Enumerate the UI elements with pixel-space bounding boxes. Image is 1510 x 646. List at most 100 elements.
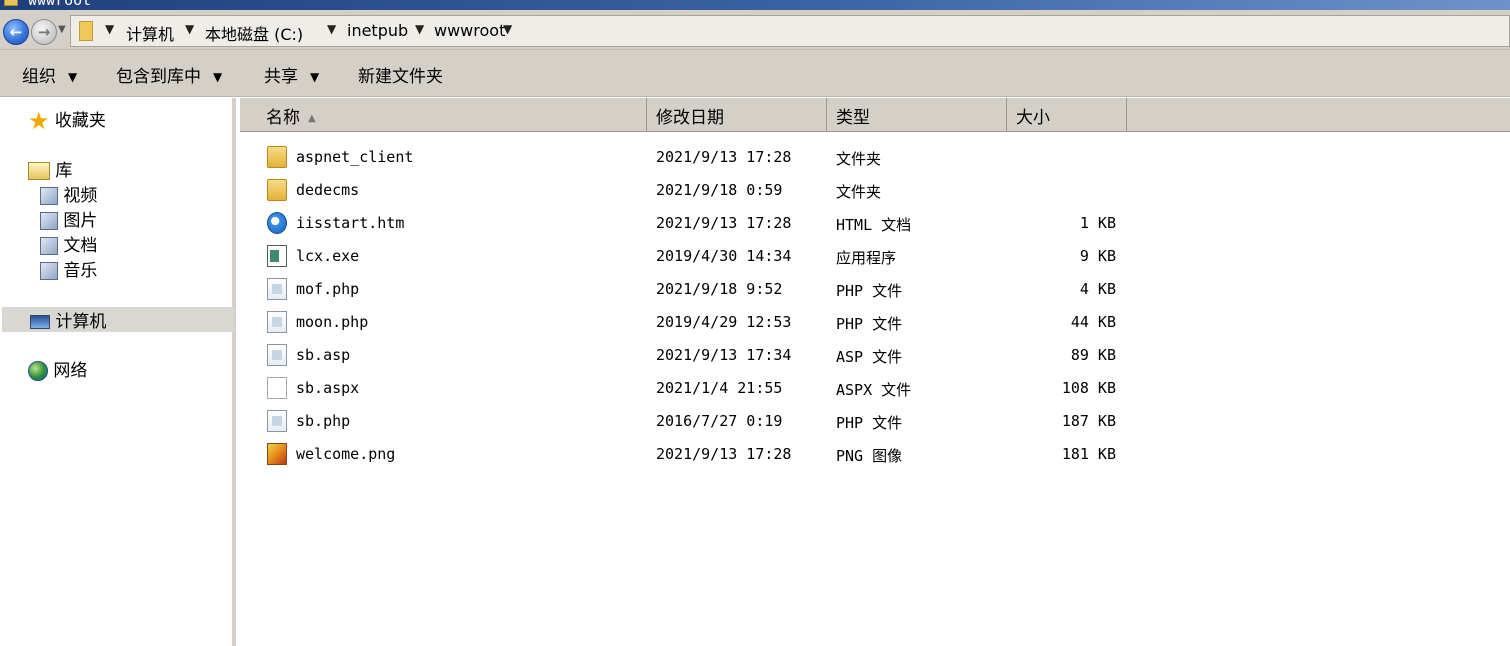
column-header-size[interactable]: 大小 [1007,98,1127,132]
file-row[interactable]: welcome.png 2021/9/13 17:28 PNG 图像 181 K… [240,438,1510,471]
image-icon [267,443,287,465]
recent-pages-dropdown[interactable]: ▼ [58,24,66,35]
address-field[interactable]: ▼ 计算机 ▼ 本地磁盘 (C:) ▼ inetpub ▼ wwwroot ▼ [70,15,1510,47]
nav-item-label: 音乐 [63,261,98,281]
file-date: 2021/9/13 17:28 [656,445,792,463]
nav-item-label: 图片 [63,211,98,231]
file-type: 应用程序 [836,249,897,267]
chevron-down-icon[interactable]: ▼ [415,22,424,36]
file-row[interactable]: dedecms 2021/9/18 0:59 文件夹 [240,174,1510,207]
file-row[interactable]: lcx.exe 2019/4/30 14:34 应用程序 9 KB [240,240,1510,273]
folder-icon [267,146,287,168]
column-header-row: 名称 ▲ 修改日期 类型 大小 [240,98,1510,132]
include-in-library-label: 包含到库中 [116,67,201,87]
doc-icon [267,344,287,366]
column-header-date[interactable]: 修改日期 [647,98,827,132]
file-size: 181 KB [1061,445,1116,463]
chevron-down-icon: ▼ [213,70,223,84]
chevron-down-icon: ▼ [68,70,78,84]
organize-button[interactable]: 组织 ▼ [22,62,77,87]
nav-item-documents[interactable]: 文档 [40,231,97,256]
nav-item-label: 视频 [63,186,98,206]
file-name: sb.php [296,412,351,430]
arrow-left-icon: ← [9,23,23,41]
back-button[interactable]: ← [3,19,29,45]
file-type: 文件夹 [836,183,882,201]
nav-item-music[interactable]: 音乐 [40,256,97,281]
new-folder-button[interactable]: 新建文件夹 [358,62,443,87]
file-type: PHP 文件 [836,414,903,432]
file-size: 108 KB [1061,379,1116,397]
file-date: 2019/4/30 14:34 [656,247,792,265]
breadcrumb-wwwroot[interactable]: wwwroot [434,21,505,40]
include-in-library-button[interactable]: 包含到库中 ▼ [116,62,222,87]
nav-item-libraries[interactable]: 库 [28,156,72,181]
file-date: 2016/7/27 0:19 [656,412,783,430]
file-date: 2019/4/29 12:53 [656,313,792,331]
column-header-label: 类型 [836,108,870,128]
library-icon [28,162,50,180]
document-library-icon [40,237,58,255]
chevron-down-icon[interactable]: ▼ [503,22,512,36]
file-name: moon.php [296,313,369,331]
nav-item-pictures[interactable]: 图片 [40,206,97,231]
file-size: 89 KB [1070,346,1116,364]
nav-item-label: 网络 [53,361,88,381]
nav-item-label: 文档 [63,236,98,256]
chevron-down-icon[interactable]: ▼ [327,22,336,36]
chevron-down-icon[interactable]: ▼ [185,22,194,36]
forward-button[interactable]: → [31,19,57,45]
file-row[interactable]: mof.php 2021/9/18 9:52 PHP 文件 4 KB [240,273,1510,306]
nav-item-network[interactable]: 网络 [28,356,87,381]
file-row[interactable]: moon.php 2019/4/29 12:53 PHP 文件 44 KB [240,306,1510,339]
doc-icon [267,410,287,432]
file-type: PHP 文件 [836,282,903,300]
chevron-down-icon: ▼ [310,70,320,84]
chevron-down-icon[interactable]: ▼ [105,22,114,36]
file-row[interactable]: sb.aspx 2021/1/4 21:55 ASPX 文件 108 KB [240,372,1510,405]
file-list: 名称 ▲ 修改日期 类型 大小 aspnet_client 2021/9/13 1… [240,98,1510,646]
organize-label: 组织 [22,67,56,87]
exe-icon [267,245,287,267]
blank-file-icon [267,377,287,399]
breadcrumb-local-disk[interactable]: 本地磁盘 (C:) [205,21,303,45]
column-header-type[interactable]: 类型 [827,98,1007,132]
nav-item-computer[interactable]: 计算机 [30,307,106,332]
column-header-label: 名称 [266,108,300,128]
file-type: ASPX 文件 [836,381,912,399]
file-row[interactable]: iisstart.htm 2021/9/13 17:28 HTML 文档 1 K… [240,207,1510,240]
folder-icon [79,21,93,41]
nav-item-label: 计算机 [55,312,107,332]
arrow-right-icon: → [37,23,51,41]
file-name: sb.asp [296,346,351,364]
file-date: 2021/9/18 0:59 [656,181,783,199]
network-icon [28,361,48,381]
nav-item-favorites[interactable]: ★ 收藏夹 [28,106,106,133]
share-label: 共享 [264,67,298,87]
file-size: 44 KB [1070,313,1116,331]
file-name: mof.php [296,280,360,298]
share-button[interactable]: 共享 ▼ [264,62,319,87]
file-size: 1 KB [1079,214,1116,232]
file-type: 文件夹 [836,150,882,168]
file-date: 2021/1/4 21:55 [656,379,783,397]
file-row[interactable]: sb.php 2016/7/27 0:19 PHP 文件 187 KB [240,405,1510,438]
file-row[interactable]: aspnet_client 2021/9/13 17:28 文件夹 [240,141,1510,174]
column-header-label: 大小 [1016,108,1050,128]
music-library-icon [40,262,58,280]
file-size: 187 KB [1061,412,1116,430]
file-name: dedecms [296,181,360,199]
file-name: sb.aspx [296,379,360,397]
new-folder-label: 新建文件夹 [358,67,443,87]
file-date: 2021/9/18 9:52 [656,280,783,298]
file-row[interactable]: sb.asp 2021/9/13 17:34 ASP 文件 89 KB [240,339,1510,372]
breadcrumb-computer[interactable]: 计算机 [126,21,174,45]
column-header-label: 修改日期 [656,108,724,128]
file-date: 2021/9/13 17:28 [656,148,792,166]
window-title: wwwroot [28,0,92,9]
nav-item-videos[interactable]: 视频 [40,181,97,206]
navigation-pane: ★ 收藏夹 库 视频 图片 文档 音乐 计算机 网络 [0,98,236,646]
file-date: 2021/9/13 17:28 [656,214,792,232]
breadcrumb-inetpub[interactable]: inetpub [347,21,408,40]
column-header-name[interactable]: 名称 ▲ [240,98,647,132]
